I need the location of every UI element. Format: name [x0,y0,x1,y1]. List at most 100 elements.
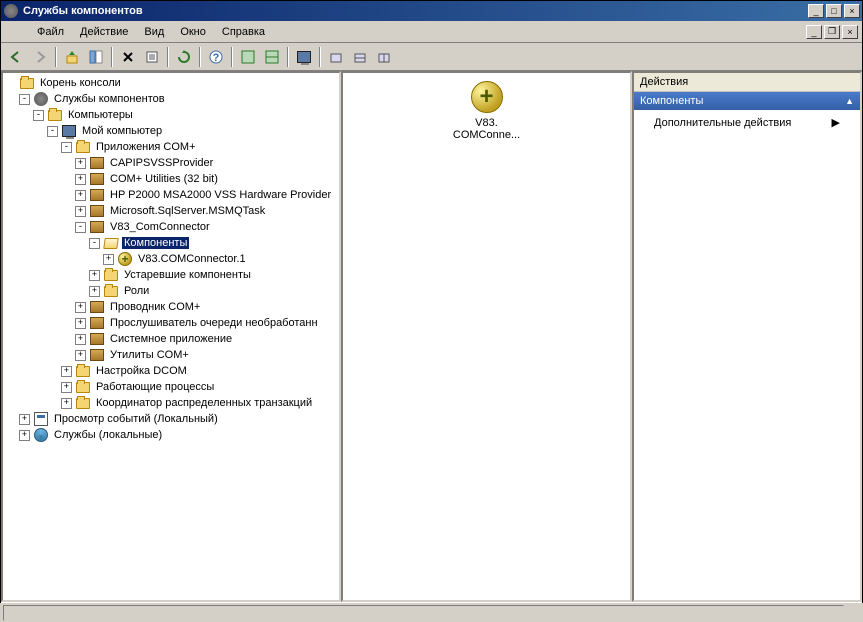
folder-icon [103,267,119,283]
chevron-right-icon: ▶ [832,116,840,129]
tree-system-app[interactable]: + Системное приложение [5,331,337,347]
tree-expand-icon[interactable]: + [75,158,86,169]
tree-com-explorer[interactable]: +Проводник COM+ [5,299,337,315]
tree-v83-connector[interactable]: -V83_ComConnector [5,219,337,235]
component-ball-icon [471,81,503,113]
tree-collapse-icon[interactable]: - [61,142,72,153]
package-icon [89,219,105,235]
tree-panel[interactable]: Корень консоли -Службы компонентов -Комп… [1,71,341,602]
tb-extra3-button[interactable] [373,46,395,68]
menu-action[interactable]: Действие [72,24,136,40]
up-button[interactable] [61,46,83,68]
tree-expand-icon[interactable]: + [89,286,100,297]
tree-label: Системное приложение [108,333,234,345]
tree-my-computer[interactable]: - Мой компьютер [5,123,337,139]
help-button[interactable]: ? [205,46,227,68]
tree-com-apps[interactable]: -Приложения COM+ [5,139,337,155]
folder-icon [75,139,91,155]
refresh-button[interactable] [173,46,195,68]
tree-expand-icon[interactable]: + [75,302,86,313]
tree-components-services[interactable]: -Службы компонентов [5,91,337,107]
tree-expand-icon[interactable]: + [75,350,86,361]
tree-expand-icon[interactable]: + [61,366,72,377]
tree-services-local[interactable]: + Службы (локальные) [5,427,337,443]
tree-collapse-icon[interactable]: - [75,222,86,233]
computer-icon-button[interactable] [293,46,315,68]
menu-window[interactable]: Окно [172,24,214,40]
tree-label: Мой компьютер [80,125,164,137]
list-panel[interactable]: V83. COMConne... [341,71,632,602]
view-detail-button[interactable] [261,46,283,68]
tree-expand-icon[interactable]: + [75,334,86,345]
forward-button[interactable] [29,46,51,68]
menu-file[interactable]: Файл [29,24,72,40]
tree-roles[interactable]: + Роли [5,283,337,299]
tree-queue-listener[interactable]: + Прослушиватель очереди необработанн [5,315,337,331]
tree-label: Службы (локальные) [52,429,164,441]
list-item-label-line2: COMConne... [453,129,520,141]
tree-expand-icon[interactable]: + [19,414,30,425]
svg-text:?: ? [213,52,220,64]
window-buttons: _ □ × [808,4,860,18]
tree-com-utilities2[interactable]: +Утилиты COM+ [5,347,337,363]
view-list-button[interactable] [237,46,259,68]
package-icon [89,203,105,219]
maximize-button[interactable]: □ [826,4,842,18]
tree-expand-icon[interactable]: + [75,174,86,185]
mdi-restore-button[interactable]: ❐ [824,25,840,39]
delete-button[interactable] [117,46,139,68]
show-hide-tree-button[interactable] [85,46,107,68]
services-icon [33,427,49,443]
tree-collapse-icon[interactable]: - [33,110,44,121]
tree-expand-icon[interactable]: + [75,190,86,201]
tree-hp-provider[interactable]: +HP P2000 MSA2000 VSS Hardware Provider [5,187,337,203]
menu-view[interactable]: Вид [136,24,172,40]
tree-expand-icon[interactable]: + [75,206,86,217]
properties-button[interactable] [141,46,163,68]
app-icon [3,3,19,19]
tree-com-utilities[interactable]: + COM+ Utilities (32 bit) [5,171,337,187]
tree-dtc[interactable]: +Координатор распределенных транзакций [5,395,337,411]
tree-running-processes[interactable]: +Работающие процессы [5,379,337,395]
tree-label: COM+ Utilities (32 bit) [108,173,220,185]
tree-components[interactable]: -Компоненты [5,235,337,251]
list-item-v83-comconnector[interactable]: V83. COMConne... [447,81,527,141]
tree-root[interactable]: Корень консоли [5,75,337,91]
minimize-button[interactable]: _ [808,4,824,18]
actions-title-bar[interactable]: Компоненты ▲ [634,92,860,110]
tree-expand-icon[interactable]: + [103,254,114,265]
back-button[interactable] [5,46,27,68]
tree-expand-icon[interactable]: + [61,382,72,393]
tree-expand-icon[interactable]: + [19,430,30,441]
tree-collapse-icon[interactable]: - [47,126,58,137]
folder-open-icon [103,235,119,251]
folder-icon [75,395,91,411]
tree-event-viewer[interactable]: +Просмотр событий (Локальный) [5,411,337,427]
tree-computers[interactable]: -Компьютеры [5,107,337,123]
list-item-label: V83. COMConne... [453,117,520,141]
tree-label: Microsoft.SqlServer.MSMQTask [108,205,267,217]
close-button[interactable]: × [844,4,860,18]
horizontal-scrollbar[interactable] [3,605,844,621]
tb-extra2-button[interactable] [349,46,371,68]
tree-legacy-components[interactable]: + Устаревшие компоненты [5,267,337,283]
tree-expand-icon[interactable]: + [61,398,72,409]
tree-collapse-icon[interactable]: - [89,238,100,249]
tree-dcom-config[interactable]: +Настройка DCOM [5,363,337,379]
mdi-minimize-button[interactable]: _ [806,25,822,39]
mdi-close-button[interactable]: × [842,25,858,39]
tree-label: Устаревшие компоненты [122,269,253,281]
tree-capipsvss[interactable]: + CAPIPSVSSProvider [5,155,337,171]
actions-additional[interactable]: Дополнительные действия ▶ [634,110,860,135]
tree-label: Роли [122,285,151,297]
tb-extra1-button[interactable] [325,46,347,68]
tree-sqlserver-msmq[interactable]: + Microsoft.SqlServer.MSMQTask [5,203,337,219]
tree-label: CAPIPSVSSProvider [108,157,215,169]
tree-v83-comconnector-1[interactable]: +V83.COMConnector.1 [5,251,337,267]
tree-expand-icon[interactable]: + [75,318,86,329]
tree-label: Прослушиватель очереди необработанн [108,317,320,329]
package-icon [89,299,105,315]
tree-collapse-icon[interactable]: - [19,94,30,105]
tree-expand-icon[interactable]: + [89,270,100,281]
menu-help[interactable]: Справка [214,24,273,40]
